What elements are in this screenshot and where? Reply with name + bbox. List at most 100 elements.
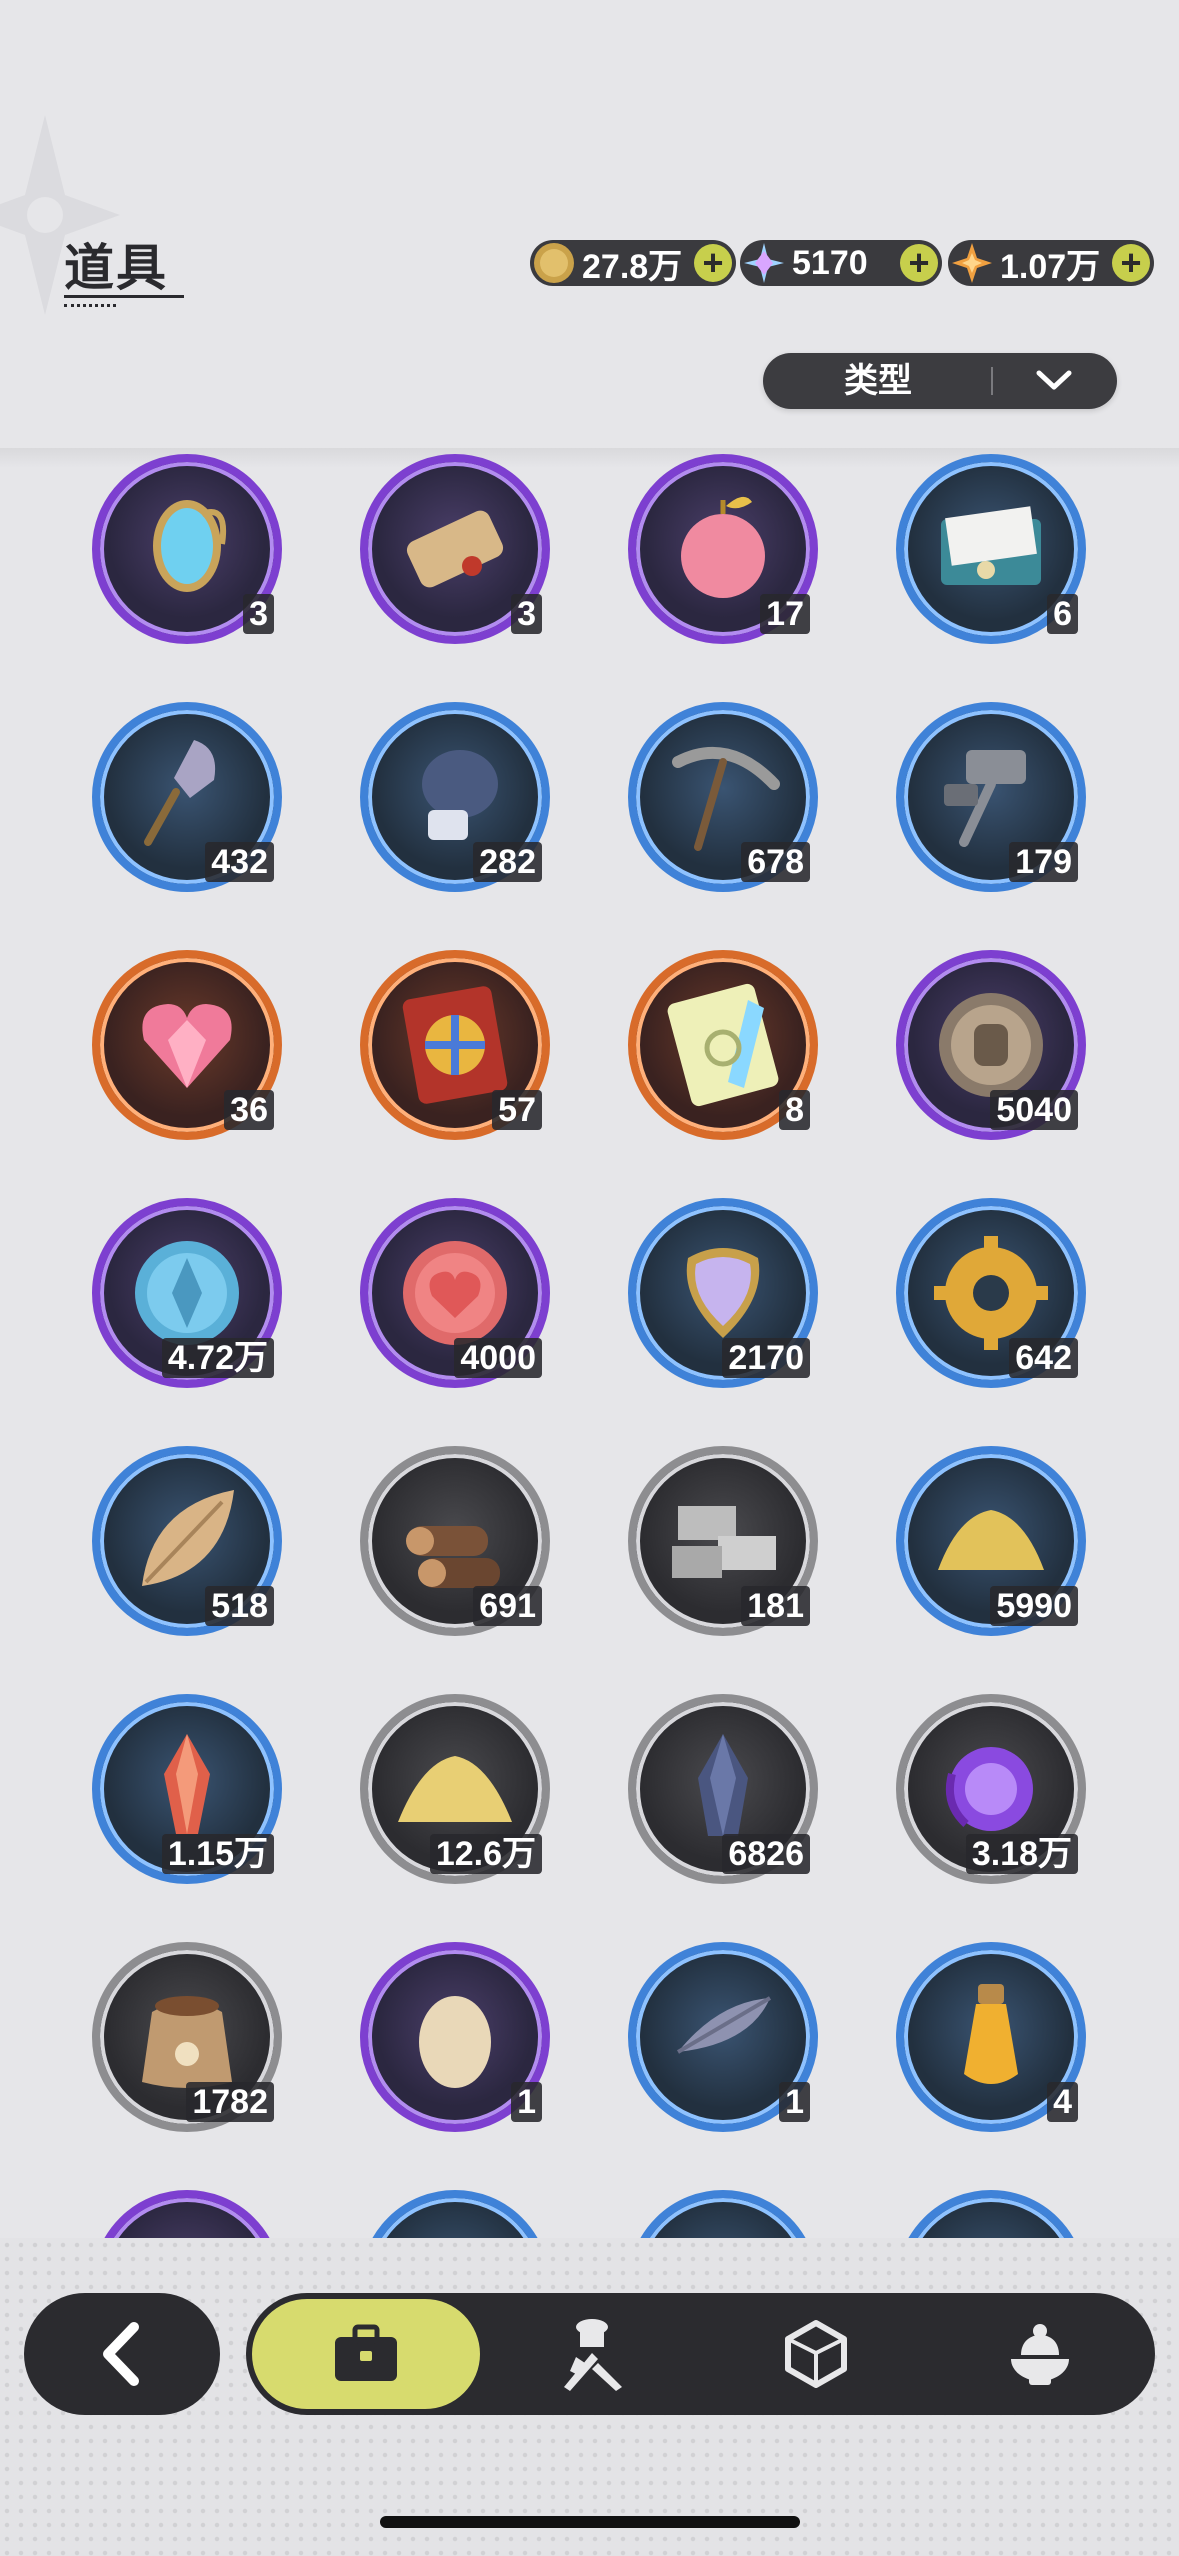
egg-icon [419,1996,491,2088]
hexagon-gem-icon [785,2320,847,2388]
inventory-item[interactable]: 518 [92,1446,282,1636]
item-count: 181 [741,1586,810,1626]
item-count: 1.15万 [161,1834,274,1874]
inventory-item-partial[interactable] [628,2190,818,2238]
type-filter-dropdown[interactable]: 类型 [763,353,1117,409]
inventory-item[interactable]: 5990 [896,1446,1086,1636]
type-filter-label: 类型 [844,362,912,400]
inventory-item[interactable]: 282 [360,702,550,892]
home-indicator [380,2516,800,2528]
gold-coin-icon [534,243,574,283]
inventory-item[interactable]: 6826 [628,1694,818,1884]
inventory-item[interactable]: 3 [92,454,282,644]
potion-vial-icon [964,1984,1018,2084]
tab-chef[interactable] [478,2299,706,2409]
item-count: 678 [741,842,810,882]
item-count: 6 [1047,594,1078,634]
item-count: 4 [1047,2082,1078,2122]
currency-gold-value: 27.8万 [582,247,683,286]
item-count: 57 [492,1090,542,1130]
inventory-item[interactable]: 5040 [896,950,1086,1140]
inventory-item[interactable]: 57 [360,950,550,1140]
inventory-item[interactable]: 4.72万 [92,1198,282,1388]
item-count: 691 [473,1586,542,1626]
rainbow-ticket-icon [667,983,779,1107]
item-count: 3.18万 [965,1834,1078,1874]
inventory-item[interactable]: 691 [360,1446,550,1636]
inventory-item-partial[interactable] [896,2190,1086,2238]
inventory-item[interactable]: 3.18万 [896,1694,1086,1884]
item-count: 17 [760,594,810,634]
inventory-item[interactable]: 432 [92,702,282,892]
add-crystal-button[interactable]: + [900,244,938,282]
chevron-down-icon[interactable] [1021,363,1087,399]
item-count: 4.72万 [161,1338,274,1378]
item-frame [628,2190,818,2238]
inventory-item-partial[interactable] [360,2190,550,2238]
item-count: 518 [205,1586,274,1626]
inventory-item[interactable]: 8 [628,950,818,1140]
page-title: 道具 [64,240,168,296]
inventory-item[interactable]: 1 [628,1942,818,2132]
envelope-icon [941,506,1041,585]
title-dots [64,304,116,307]
item-count: 5990 [990,1586,1078,1626]
inventory-item[interactable]: 181 [628,1446,818,1636]
back-arrow-icon [103,2322,139,2386]
inventory-item[interactable]: 179 [896,702,1086,892]
title-underline [64,295,184,298]
add-star-gem-button[interactable]: + [1112,244,1150,282]
tab-bag[interactable] [252,2299,480,2409]
inventory-item[interactable]: 36 [92,950,282,1140]
item-count: 432 [205,842,274,882]
mirror-icon [153,500,226,592]
inventory-item-partial[interactable] [92,2190,282,2238]
item-count: 282 [473,842,542,882]
feather-bundle-icon [676,1996,772,2054]
inventory-item[interactable]: 642 [896,1198,1086,1388]
currency-crystal: 5170 + [740,240,942,286]
currency-star-gem-value: 1.07万 [1000,247,1101,286]
item-count: 5040 [990,1090,1078,1130]
item-count: 3 [243,594,274,634]
item-count: 1 [779,2082,810,2122]
back-button[interactable] [24,2293,220,2415]
inventory-item[interactable]: 678 [628,702,818,892]
briefcase-icon [335,2324,397,2381]
orange-star-gem-icon [952,243,992,283]
item-count: 179 [1009,842,1078,882]
item-count: 6826 [722,1834,810,1874]
item-count: 1 [511,2082,542,2122]
inventory-item[interactable]: 4000 [360,1198,550,1388]
inventory-item[interactable]: 2170 [628,1198,818,1388]
inventory-item[interactable]: 1 [360,1942,550,2132]
item-count: 12.6万 [429,1834,542,1874]
chef-hat-icon [564,2319,622,2391]
currency-crystal-value: 5170 [792,243,868,282]
add-gold-button[interactable]: + [694,244,732,282]
item-count: 1782 [186,2082,274,2122]
crystal-snowflake-icon [744,243,784,283]
item-count: 642 [1009,1338,1078,1378]
item-count: 3 [511,594,542,634]
item-count: 8 [779,1090,810,1130]
item-frame [92,2190,282,2238]
filter-divider [991,367,993,395]
items-grid: 3 3 17 6 432 282 678 179 36 57 8 5040 4.72万 4000 2170 6… [0,448,1179,2238]
dessert-bowl-icon [1011,2324,1069,2385]
tab-gem[interactable] [702,2299,930,2409]
inventory-item[interactable]: 4 [896,1942,1086,2132]
currency-star-gem: 1.07万 + [948,240,1154,286]
item-frame [896,2190,1086,2238]
inventory-item[interactable]: 3 [360,454,550,644]
inventory-item[interactable]: 6 [896,454,1086,644]
inventory-item[interactable]: 1782 [92,1942,282,2132]
item-count: 2170 [722,1338,810,1378]
inventory-item[interactable]: 12.6万 [360,1694,550,1884]
currency-gold: 27.8万 + [530,240,736,286]
inventory-item[interactable]: 1.15万 [92,1694,282,1884]
item-count: 4000 [454,1338,542,1378]
tab-dessert[interactable] [926,2299,1154,2409]
bottom-tab-bar [246,2293,1155,2415]
inventory-item[interactable]: 17 [628,454,818,644]
